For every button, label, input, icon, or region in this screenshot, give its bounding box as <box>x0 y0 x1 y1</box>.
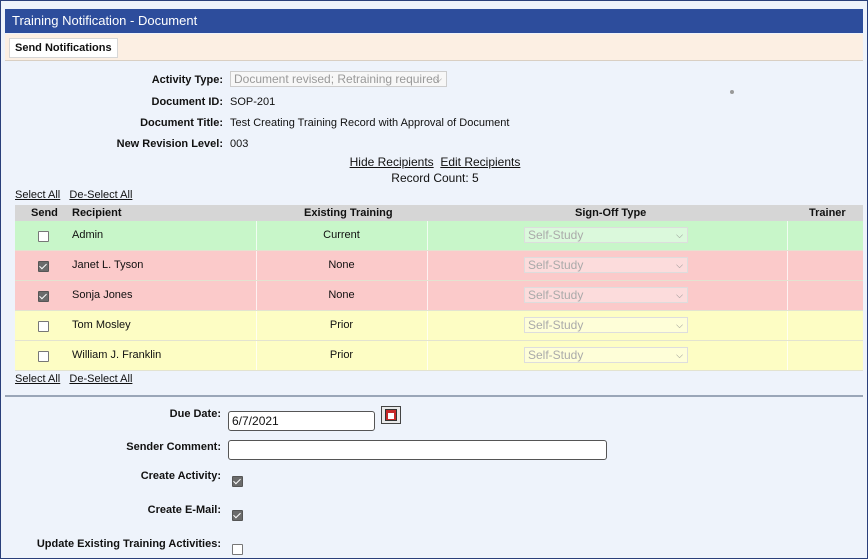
hide-recipients-link[interactable]: Hide Recipients <box>350 155 434 169</box>
recipients-table: Send Recipient Existing Training Sign-Of… <box>15 205 863 371</box>
signoff-select[interactable]: Self-Study ⌵ <box>524 257 688 273</box>
existing-training: Current <box>323 229 360 241</box>
table-row: Sonja Jones None Self-Study ⌵ <box>15 281 863 311</box>
select-links-top: Select All De-Select All <box>15 189 132 201</box>
header-recipient: Recipient <box>72 207 122 219</box>
document-id-label: Document ID: <box>151 96 224 108</box>
sender-comment-label: Sender Comment: <box>126 441 221 453</box>
recipient-name: Sonja Jones <box>72 289 133 301</box>
signoff-value: Self-Study <box>528 318 584 332</box>
signoff-value: Self-Study <box>528 228 584 242</box>
window-title: Training Notification - Document <box>5 9 863 33</box>
create-email-label: Create E-Mail: <box>147 504 221 516</box>
header-existing-training: Existing Training <box>304 207 393 219</box>
activity-type-row: Activity Type: Document revised; Retrain… <box>1 71 867 88</box>
existing-training: Prior <box>329 319 354 331</box>
document-title-value: Test Creating Training Record with Appro… <box>230 117 510 129</box>
existing-training: Prior <box>329 349 354 361</box>
recipient-name: Janet L. Tyson <box>72 259 144 271</box>
due-date-input[interactable]: 6/7/2021 <box>228 411 375 431</box>
send-notifications-button[interactable]: Send Notifications <box>9 38 118 58</box>
send-checkbox[interactable] <box>38 291 49 302</box>
toolbar: Send Notifications <box>5 34 863 61</box>
signoff-select[interactable]: Self-Study ⌵ <box>524 287 688 303</box>
signoff-value: Self-Study <box>528 348 584 362</box>
chevron-down-icon: ⌵ <box>676 320 683 330</box>
section-divider <box>5 395 863 397</box>
send-checkbox[interactable] <box>38 231 49 242</box>
deselect-all-link[interactable]: De-Select All <box>69 189 132 201</box>
existing-training: None <box>328 289 355 301</box>
select-all-link[interactable]: Select All <box>15 373 60 385</box>
activity-type-label: Activity Type: <box>151 74 223 86</box>
signoff-value: Self-Study <box>528 288 584 302</box>
activity-type-value: Document revised; Retraining required <box>234 72 440 86</box>
create-activity-checkbox[interactable] <box>232 476 243 487</box>
activity-type-select[interactable]: Document revised; Retraining required ⌵ <box>230 71 447 87</box>
sender-comment-input[interactable] <box>228 440 607 460</box>
revision-value: 003 <box>230 138 249 150</box>
signoff-value: Self-Study <box>528 258 584 272</box>
signoff-select[interactable]: Self-Study ⌵ <box>524 317 688 333</box>
document-id-row: Document ID: SOP-201 <box>1 94 867 110</box>
edit-recipients-link[interactable]: Edit Recipients <box>440 155 520 169</box>
document-title-label: Document Title: <box>140 117 223 129</box>
deselect-all-link[interactable]: De-Select All <box>69 373 132 385</box>
header-trainer: Trainer <box>809 207 846 219</box>
calendar-icon[interactable] <box>381 406 401 424</box>
due-date-label: Due Date: <box>169 408 221 420</box>
document-title-row: Document Title: Test Creating Training R… <box>1 115 867 131</box>
table-row: Admin Current Self-Study ⌵ <box>15 221 863 251</box>
recipient-name: Admin <box>72 229 104 241</box>
revision-label: New Revision Level: <box>116 138 223 150</box>
existing-training: None <box>328 259 355 271</box>
send-checkbox[interactable] <box>38 261 49 272</box>
header-signoff-type: Sign-Off Type <box>575 207 647 219</box>
signoff-select[interactable]: Self-Study ⌵ <box>524 227 688 243</box>
revision-row: New Revision Level: 003 <box>1 136 867 152</box>
record-count: Record Count: 5 <box>391 171 479 185</box>
recipient-name: William J. Franklin <box>72 349 162 361</box>
send-checkbox[interactable] <box>38 321 49 332</box>
update-existing-label: Update Existing Training Activities: <box>36 538 221 550</box>
table-row: Janet L. Tyson None Self-Study ⌵ <box>15 251 863 281</box>
select-links-bottom: Select All De-Select All <box>15 373 132 385</box>
table-row: William J. Franklin Prior Self-Study ⌵ <box>15 341 863 371</box>
table-header: Send Recipient Existing Training Sign-Of… <box>15 205 863 221</box>
header-send: Send <box>31 207 58 219</box>
chevron-down-icon: ⌵ <box>676 260 683 270</box>
chevron-down-icon: ⌵ <box>435 74 442 84</box>
signoff-select[interactable]: Self-Study ⌵ <box>524 347 688 363</box>
create-email-checkbox[interactable] <box>232 510 243 521</box>
document-id-value: SOP-201 <box>230 96 276 108</box>
update-existing-checkbox[interactable] <box>232 544 243 555</box>
table-row: Tom Mosley Prior Self-Study ⌵ <box>15 311 863 341</box>
send-checkbox[interactable] <box>38 351 49 362</box>
chevron-down-icon: ⌵ <box>676 350 683 360</box>
chevron-down-icon: ⌵ <box>676 230 683 240</box>
chevron-down-icon: ⌵ <box>676 290 683 300</box>
training-notification-window: Training Notification - Document Send No… <box>0 0 868 559</box>
recipient-name: Tom Mosley <box>72 319 131 331</box>
create-activity-label: Create Activity: <box>140 470 221 482</box>
select-all-link[interactable]: Select All <box>15 189 60 201</box>
recipients-links: Hide Recipients Edit Recipients <box>1 155 867 169</box>
